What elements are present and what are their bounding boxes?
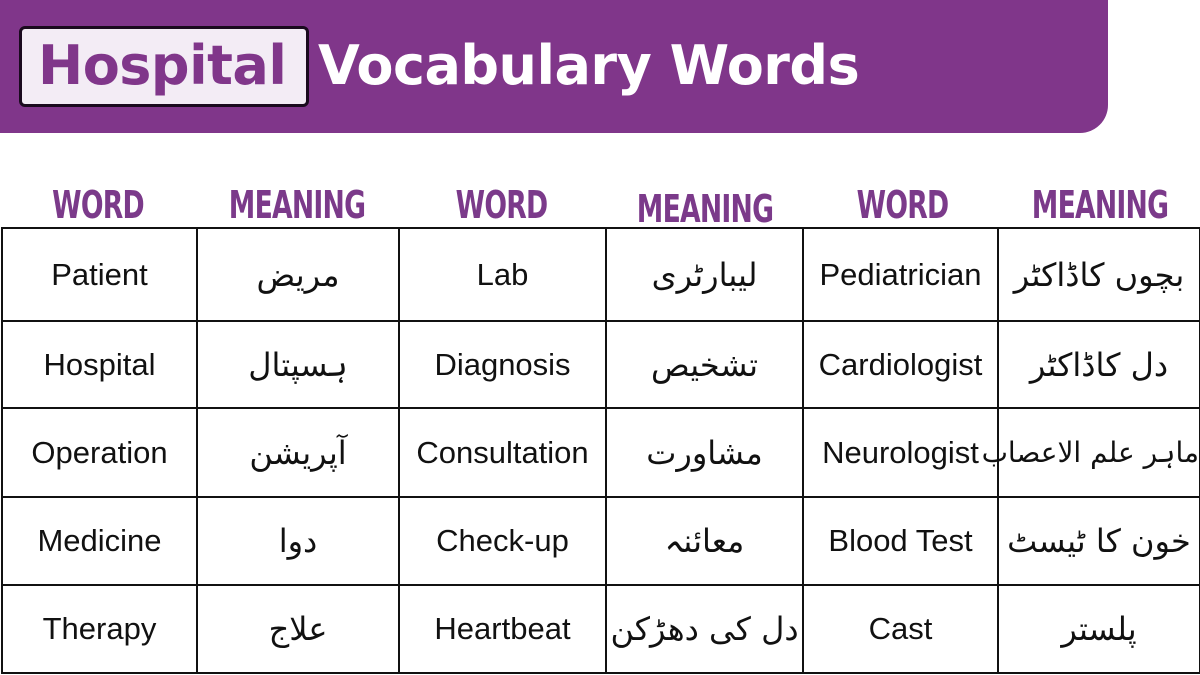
meaning-cell: مریض bbox=[196, 227, 400, 322]
word-cell: Heartbeat bbox=[398, 584, 607, 674]
meaning-cell: پلستر bbox=[997, 584, 1200, 674]
title-highlight-word: Hospital bbox=[38, 34, 287, 97]
table-row: Hospital ہسپتال Diagnosis تشخیص Cardiolo… bbox=[1, 320, 1200, 409]
word-cell: Check-up bbox=[398, 496, 607, 586]
meaning-cell: علاج bbox=[196, 584, 400, 674]
table-row: Therapy علاج Heartbeat دل کی دھڑکن Cast … bbox=[1, 584, 1200, 674]
meaning-cell: دل کی دھڑکن bbox=[605, 584, 804, 674]
meaning-cell: ماہر علم الاعصاب bbox=[982, 407, 1200, 498]
word-cell: Cast bbox=[802, 584, 999, 674]
word-cell: Patient bbox=[1, 227, 198, 322]
word-cell: Lab bbox=[398, 227, 607, 322]
header-meaning-3: MEANING bbox=[1031, 183, 1169, 227]
table-row: Patient مریض Lab لیبارٹری Pediatrician ب… bbox=[1, 227, 1200, 322]
meaning-cell: دوا bbox=[196, 496, 400, 586]
table-row: Operation آپریشن Consultation مشاورت Neu… bbox=[1, 407, 1200, 498]
word-cell: Cardiologist bbox=[802, 320, 999, 409]
word-cell: Medicine bbox=[1, 496, 198, 586]
meaning-cell: دل کاڈاکٹر bbox=[997, 320, 1200, 409]
word-cell: Pediatrician bbox=[802, 227, 999, 322]
meaning-cell: تشخیص bbox=[605, 320, 804, 409]
vocabulary-table: Patient مریض Lab لیبارٹری Pediatrician ب… bbox=[1, 227, 1200, 674]
meaning-cell: معائنہ bbox=[605, 496, 804, 586]
word-cell: Blood Test bbox=[802, 496, 999, 586]
meaning-cell: آپریشن bbox=[196, 407, 400, 498]
meaning-cell: خون کا ٹیسٹ bbox=[997, 496, 1200, 586]
meaning-cell: مشاورت bbox=[605, 407, 804, 498]
table-row: Medicine دوا Check-up معائنہ Blood Test … bbox=[1, 496, 1200, 586]
word-cell: Operation bbox=[1, 407, 198, 498]
header-meaning-1: MEANING bbox=[228, 183, 366, 227]
word-cell: Therapy bbox=[1, 584, 198, 674]
meaning-cell: لیبارٹری bbox=[605, 227, 804, 322]
word-cell: Hospital bbox=[1, 320, 198, 409]
header-meaning-2: MEANING bbox=[636, 187, 774, 231]
word-cell: Diagnosis bbox=[398, 320, 607, 409]
column-headers: WORD MEANING WORD MEANING WORD MEANING bbox=[0, 180, 1200, 231]
header-word-3: WORD bbox=[856, 183, 949, 227]
header-word-2: WORD bbox=[455, 183, 548, 227]
word-cell: Neurologist bbox=[802, 407, 999, 498]
meaning-cell: بچوں کاڈاکٹر bbox=[997, 227, 1200, 322]
meaning-cell: ہسپتال bbox=[196, 320, 400, 409]
page-title: Vocabulary Words bbox=[318, 34, 860, 97]
header-word-1: WORD bbox=[52, 183, 144, 227]
word-cell: Consultation bbox=[398, 407, 607, 498]
